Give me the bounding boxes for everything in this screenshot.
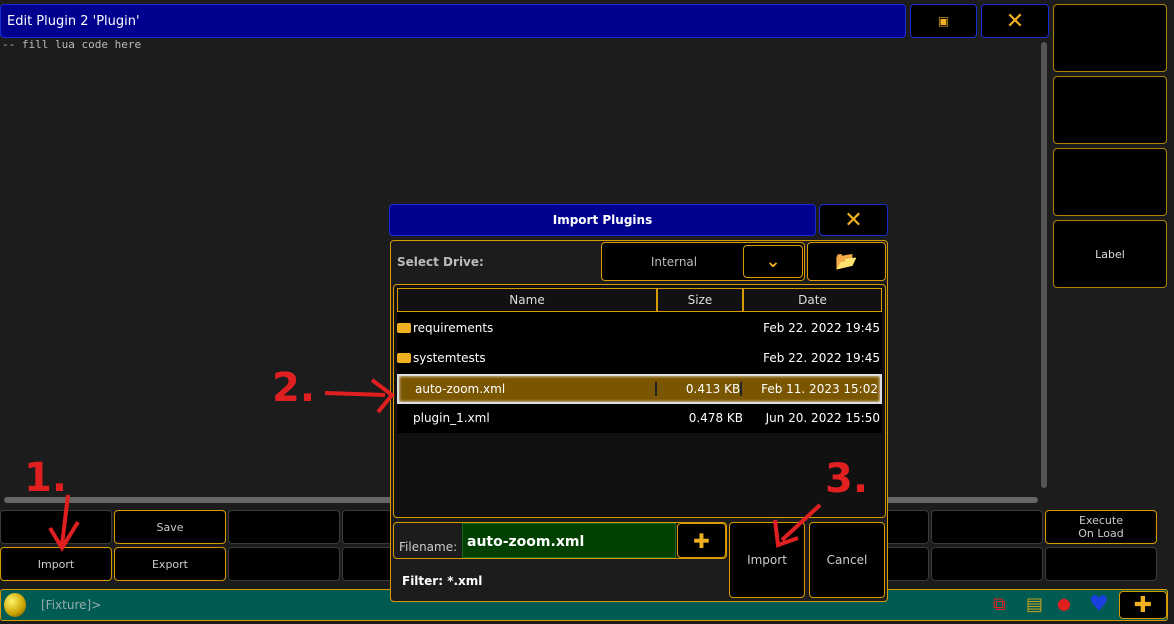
annotation-step-3: 3. [825,456,869,502]
arrow-1 [48,494,80,552]
arrow-3 [773,503,822,548]
arrow-2 [324,378,395,414]
annotation-arrows [48,378,822,552]
annotation-step-2: 2. [272,365,316,411]
annotation-step-1: 1. [24,455,68,501]
